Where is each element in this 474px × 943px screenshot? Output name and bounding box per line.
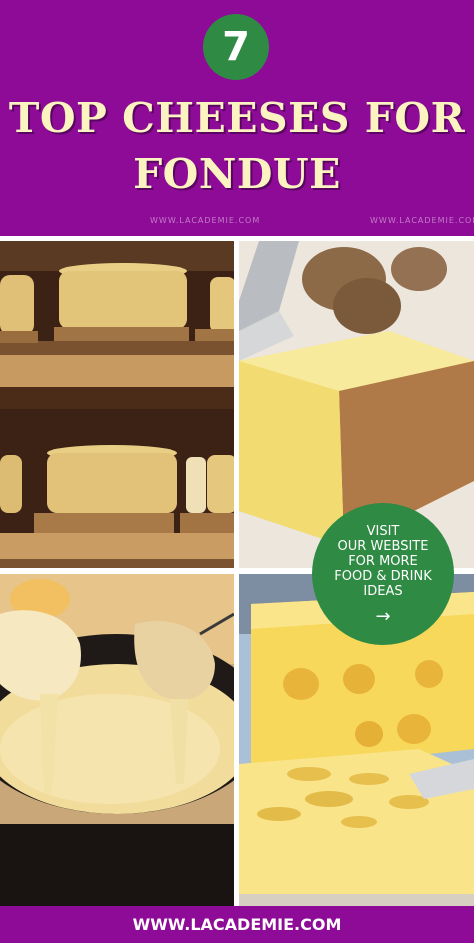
cta-line-2: OUR WEBSITE [337,539,429,554]
cta-line-5: IDEAS [363,584,403,599]
cheese-cellar-photo [0,241,234,568]
footer-url-link[interactable]: WWW.LACADEMIE.COM [0,906,474,943]
page-title: TOP CHEESES FOR FONDUE [0,90,474,202]
fondue-pot-photo [0,574,234,906]
number-badge: 7 [203,14,269,80]
visit-website-button[interactable]: VISIT OUR WEBSITE FOR MORE FOOD & DRINK … [312,503,454,645]
watermark: WWW.LACADEMIE.COM [370,216,474,225]
watermark: WWW.LACADEMIE.COM [150,216,261,225]
cta-line-1: VISIT [366,524,400,539]
title-line-1: TOP CHEESES FOR [8,94,466,142]
cta-line-3: FOR MORE [348,554,418,569]
header-banner: 7 TOP CHEESES FOR FONDUE WWW.LACADEMIE.C… [0,0,474,236]
cta-line-4: FOOD & DRINK [334,569,432,584]
arrow-right-icon: → [375,606,391,627]
title-line-2: FONDUE [133,150,341,198]
